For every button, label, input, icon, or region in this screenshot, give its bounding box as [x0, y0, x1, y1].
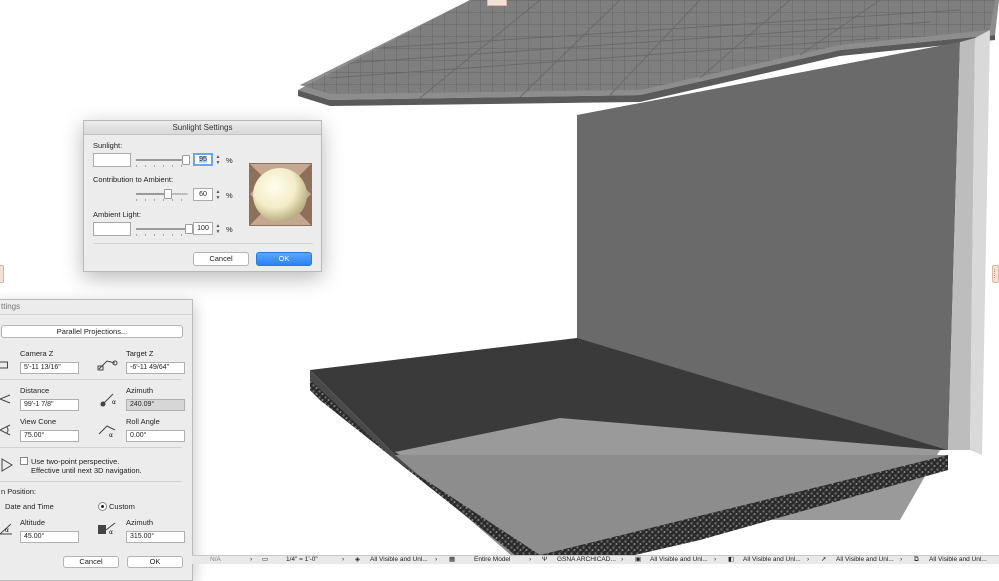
- contribution-stepper[interactable]: ▲ ▼: [215, 189, 221, 201]
- camera-z-label: Camera Z: [20, 349, 54, 358]
- azimuth-icon: α: [99, 390, 119, 408]
- custom-radio[interactable]: [98, 502, 107, 511]
- two-point-perspective-checkbox[interactable]: [20, 457, 28, 465]
- sunlight-color-swatch[interactable]: [93, 153, 131, 167]
- svg-text:α: α: [109, 432, 113, 438]
- two-point-perspective-note: Effective until next 3D navigation.: [31, 466, 142, 475]
- target-z-field[interactable]: -6'-11 49/64": [126, 362, 185, 374]
- percent-symbol: %: [226, 191, 233, 200]
- azimuth-label: Azimuth: [126, 386, 154, 395]
- target-z-label: Target Z: [126, 349, 154, 358]
- sunlight-value-text: 95: [199, 156, 207, 163]
- altitude-label: Altitude: [20, 518, 46, 527]
- sphere-preview-icon: [250, 164, 311, 225]
- camera-z-icon: [0, 360, 9, 370]
- camera-z-field[interactable]: 5'-11 13/16": [20, 362, 79, 374]
- percent-symbol: %: [226, 156, 233, 165]
- panel-title: ttings: [1, 302, 21, 311]
- roll-angle-field[interactable]: 0.00°: [126, 430, 185, 442]
- roll-angle-label: Roll Angle: [126, 417, 160, 426]
- dialog-divider: [93, 243, 313, 244]
- view-cone-icon: [0, 424, 11, 436]
- distance-icon: [0, 393, 11, 405]
- section-divider: [0, 379, 182, 380]
- sunlight-slider[interactable]: [136, 155, 191, 167]
- slider-ticks: [136, 165, 188, 167]
- contribution-slider[interactable]: [136, 189, 188, 201]
- contribution-value-field[interactable]: 60: [193, 188, 213, 201]
- contribution-slider-fill: [136, 193, 168, 195]
- altitude-icon: α: [0, 520, 15, 536]
- projection-settings-panel: ttings Parallel Projections... Camera Z …: [0, 299, 193, 581]
- ambient-label: Ambient Light:: [93, 210, 141, 219]
- ambient-stepper[interactable]: ▲ ▼: [215, 223, 221, 235]
- sphere-preview: [249, 163, 312, 226]
- view-cone-label: View Cone: [20, 417, 57, 426]
- dialog-title: Sunlight Settings: [84, 121, 321, 135]
- date-and-time-option[interactable]: Date and Time: [5, 502, 54, 511]
- sunlight-label: Sunlight:: [93, 141, 123, 150]
- viewport-left-handle[interactable]: [0, 265, 4, 283]
- sun-azimuth-label: Azimuth: [126, 518, 154, 527]
- ambient-color-swatch[interactable]: [93, 222, 131, 236]
- target-z-icon: [97, 357, 119, 371]
- roll-angle-icon: α: [97, 422, 119, 439]
- sun-azimuth-icon: α: [97, 520, 119, 536]
- svg-text:α: α: [5, 527, 9, 534]
- slider-ticks: [136, 199, 188, 201]
- two-point-perspective-icon: [0, 457, 14, 473]
- panel-cancel-button[interactable]: Cancel: [63, 556, 119, 568]
- contribution-slider-knob[interactable]: [164, 189, 173, 199]
- sunlight-settings-dialog: Sunlight Settings Sunlight: 95 ▲ ▼ % Cont…: [83, 120, 322, 272]
- sun-azimuth-field[interactable]: 315.00°: [126, 531, 185, 543]
- panel-ok-button[interactable]: OK: [127, 556, 183, 568]
- ambient-slider-knob[interactable]: [185, 224, 193, 234]
- section-divider: [0, 447, 182, 448]
- sunlight-slider-knob[interactable]: [182, 155, 191, 165]
- parallel-projections-button[interactable]: Parallel Projections...: [1, 325, 183, 338]
- ok-button[interactable]: OK: [256, 252, 312, 266]
- section-divider: [0, 481, 182, 482]
- custom-label: Custom: [109, 502, 135, 511]
- distance-label: Distance: [20, 386, 50, 395]
- svg-text:α: α: [112, 399, 116, 406]
- sunlight-slider-fill: [136, 159, 186, 161]
- sunlight-value-field[interactable]: 95: [193, 153, 213, 166]
- cancel-button[interactable]: Cancel: [193, 252, 249, 266]
- two-point-perspective-label: Use two-point perspective.: [31, 457, 120, 466]
- svg-text:α: α: [109, 529, 113, 536]
- sunlight-stepper[interactable]: ▲ ▼: [215, 154, 221, 166]
- percent-symbol: %: [226, 225, 233, 234]
- panel-title-divider: [0, 314, 192, 315]
- slider-ticks: [136, 234, 188, 236]
- view-cone-field[interactable]: 75.00°: [20, 430, 79, 442]
- contribution-label: Contribution to Ambient:: [93, 175, 174, 184]
- sun-position-label: n Position:: [1, 487, 37, 496]
- viewport-right-handle[interactable]: [992, 265, 999, 283]
- ambient-slider-fill: [136, 228, 188, 230]
- ambient-slider[interactable]: [136, 224, 193, 236]
- azimuth-field[interactable]: 240.09°: [126, 399, 185, 411]
- altitude-field[interactable]: 45.00°: [20, 531, 79, 543]
- distance-field[interactable]: 99'-1 7/8": [20, 399, 79, 411]
- viewport-top-handle[interactable]: [487, 0, 507, 6]
- ambient-value-field[interactable]: 100: [193, 222, 213, 235]
